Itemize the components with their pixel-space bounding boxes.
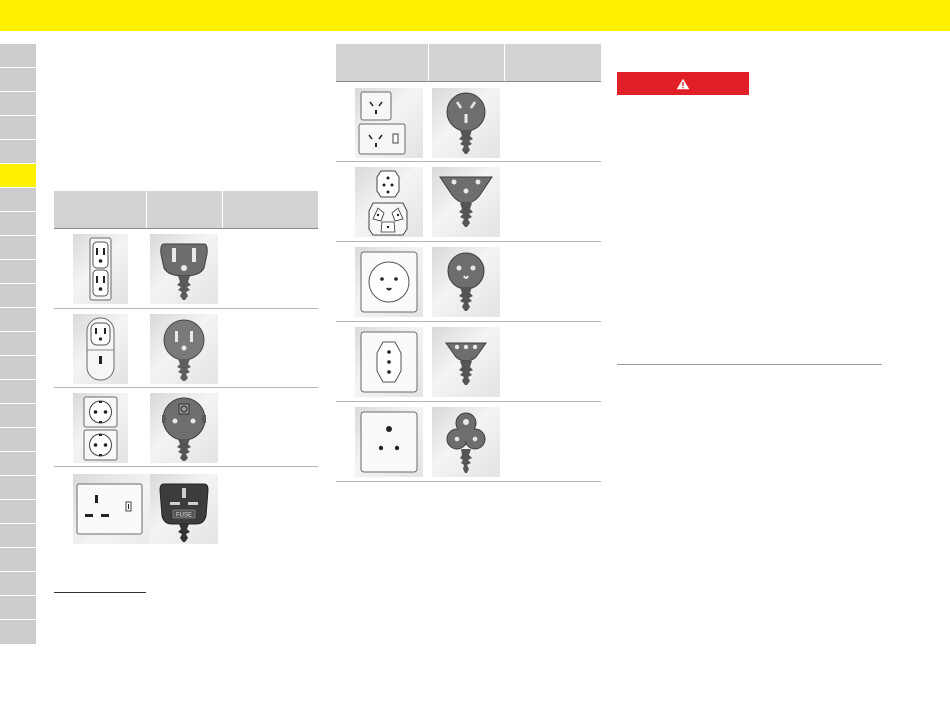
side-tab-18[interactable] xyxy=(0,452,36,476)
side-tab-11[interactable] xyxy=(0,284,36,308)
table-row xyxy=(54,229,318,309)
table-header xyxy=(336,44,601,82)
table-header xyxy=(54,191,318,229)
table-row xyxy=(54,388,318,467)
warning-triangle-icon xyxy=(676,78,690,89)
side-tab-12[interactable] xyxy=(0,308,36,332)
plug-table-right xyxy=(336,44,601,482)
side-tab-8[interactable] xyxy=(0,212,36,236)
danish-plug-icon xyxy=(432,247,500,317)
schuko-plug-icon xyxy=(150,393,218,463)
danish-socket-icon xyxy=(355,247,423,317)
swiss-triple-socket-icon xyxy=(355,167,423,237)
side-tab-16[interactable] xyxy=(0,404,36,428)
side-tab-10[interactable] xyxy=(0,260,36,284)
side-tab-24[interactable] xyxy=(0,596,36,620)
side-tab-20[interactable] xyxy=(0,500,36,524)
indian-socket-icon xyxy=(355,407,423,477)
side-nav xyxy=(0,44,36,645)
side-tab-14[interactable] xyxy=(0,356,36,380)
side-tab-17[interactable] xyxy=(0,428,36,452)
side-tab-9[interactable] xyxy=(0,236,36,260)
side-tab-5[interactable] xyxy=(0,140,36,164)
side-tab-2[interactable] xyxy=(0,68,36,92)
plug-table-left: FUSE xyxy=(54,191,318,547)
footnote-rule xyxy=(54,592,146,593)
fuse-label: FUSE xyxy=(176,513,192,519)
side-tab-23[interactable] xyxy=(0,572,36,596)
side-tab-19[interactable] xyxy=(0,476,36,500)
us-type-b-plug-icon xyxy=(150,234,218,304)
table-row xyxy=(336,82,601,162)
side-tab-4[interactable] xyxy=(0,116,36,140)
us-round-plug-icon xyxy=(150,314,218,384)
indian-plug-icon xyxy=(432,407,500,477)
side-tab-1[interactable] xyxy=(0,44,36,68)
table-row xyxy=(336,322,601,402)
swiss-plug-icon xyxy=(432,167,500,237)
side-tab-25[interactable] xyxy=(0,620,36,645)
australian-socket-icon xyxy=(355,88,423,158)
uk-fused-plug-icon: FUSE xyxy=(150,474,218,544)
table-row xyxy=(54,309,318,388)
table-row xyxy=(336,162,601,242)
side-tab-13[interactable] xyxy=(0,332,36,356)
side-tab-7[interactable] xyxy=(0,188,36,212)
header-band xyxy=(0,0,950,31)
side-tab-3[interactable] xyxy=(0,92,36,116)
schuko-socket-icon xyxy=(73,393,128,463)
table-row xyxy=(336,242,601,322)
section-rule xyxy=(617,364,882,365)
side-tab-21[interactable] xyxy=(0,524,36,548)
us-adapter-socket-icon xyxy=(73,314,128,384)
side-tab-6-active[interactable] xyxy=(0,164,36,188)
table-row: FUSE xyxy=(54,467,318,547)
side-tab-15[interactable] xyxy=(0,380,36,404)
swiss-slim-plug-icon xyxy=(432,327,500,397)
side-tab-22[interactable] xyxy=(0,548,36,572)
table-row xyxy=(336,402,601,482)
australian-plug-icon xyxy=(432,88,500,158)
us-duplex-socket-icon xyxy=(73,234,128,304)
swiss-socket-icon xyxy=(355,327,423,397)
warning-banner xyxy=(617,72,749,95)
